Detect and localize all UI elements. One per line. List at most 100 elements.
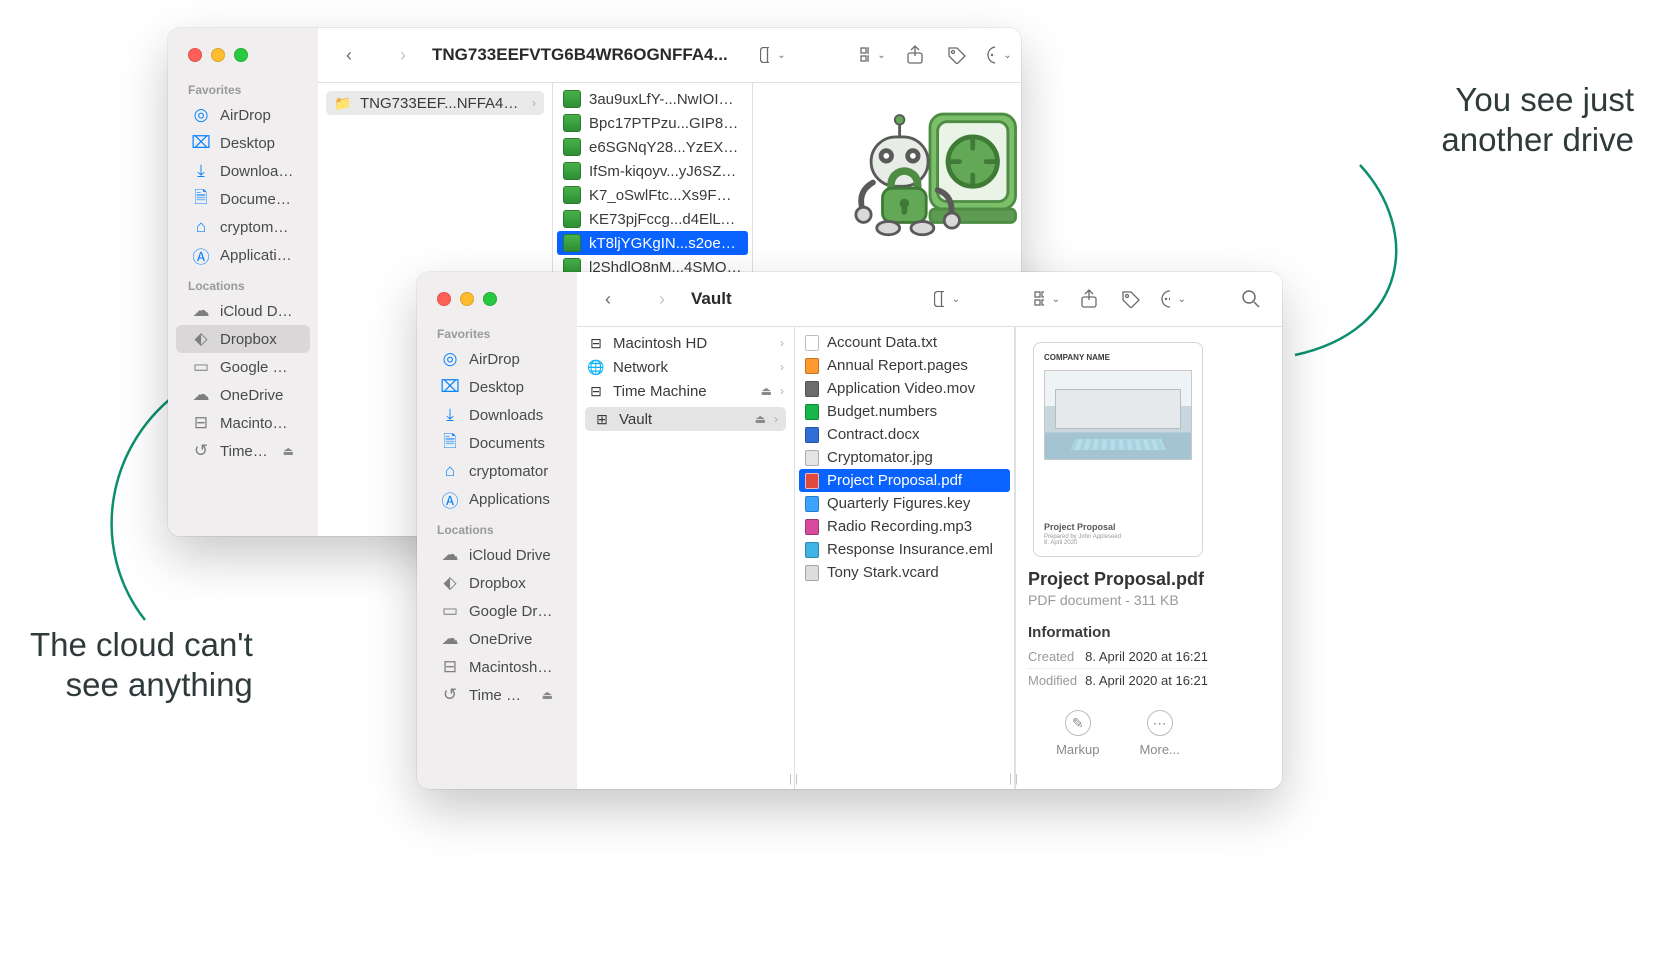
- tags-button[interactable]: [1118, 288, 1144, 310]
- nav-forward-button[interactable]: ›: [649, 288, 675, 310]
- sidebar-item-applications[interactable]: ⒶApplications: [176, 241, 310, 269]
- sidebar-item-desktop[interactable]: ⌧Desktop: [176, 129, 310, 157]
- sidebar-item-airdrop[interactable]: ◎AirDrop: [176, 101, 310, 129]
- minimize-dot[interactable]: [460, 292, 474, 306]
- file-row[interactable]: 3au9uxLfY-...NwIOIw=.c9r: [553, 87, 752, 111]
- sidebar-item-icloud-drive[interactable]: ☁iCloud Drive: [425, 541, 569, 569]
- location-label: Network: [613, 359, 772, 376]
- file-name: Tony Stark.vcard: [827, 564, 1004, 581]
- file-row[interactable]: IfSm-kiqoyv...yJ6SZ0=.c9r: [553, 159, 752, 183]
- location-row-time-machine[interactable]: ⊟Time Machine⏏›: [577, 379, 794, 403]
- sidebar-item-documents[interactable]: 🗎Documents: [425, 429, 569, 457]
- file-preview-panel: COMPANY NAME Project Proposal Prepared b…: [1015, 327, 1220, 789]
- zoom-dot[interactable]: [234, 48, 248, 62]
- chevron-right-icon: ›: [780, 336, 784, 350]
- nav-back-button[interactable]: ‹: [336, 44, 362, 66]
- sidebar-item-label: Google Drive: [220, 359, 294, 376]
- sidebar-item-time-machine[interactable]: ↺ Time Machine ⏏: [176, 437, 310, 465]
- sidebar-item-label: Dropbox: [220, 331, 294, 348]
- clock-icon: ↺: [192, 442, 210, 460]
- dropbox-icon: ⬖: [441, 574, 459, 592]
- cloud-icon: ☁: [192, 302, 210, 320]
- file-row[interactable]: Response Insurance.eml: [795, 538, 1014, 561]
- file-row[interactable]: Bpc17PTPzu...GIP85o=.c9r: [553, 111, 752, 135]
- search-button[interactable]: [1238, 288, 1264, 310]
- more-button[interactable]: ⋯More...: [1139, 710, 1179, 757]
- file-icon: [805, 565, 819, 581]
- close-dot[interactable]: [188, 48, 202, 62]
- sidebar-item-downloads[interactable]: ⤓Downloads: [425, 401, 569, 429]
- sidebar-item-label: Downloads: [220, 163, 294, 180]
- eject-icon[interactable]: ⏏: [761, 384, 772, 398]
- file-row[interactable]: Radio Recording.mp3: [795, 515, 1014, 538]
- eject-icon[interactable]: ⏏: [755, 412, 766, 426]
- sidebar: Favorites ◎AirDrop⌧Desktop⤓Downloads🗎Doc…: [168, 28, 318, 536]
- group-by-button[interactable]: ⌄: [860, 44, 886, 66]
- sidebar-item-dropbox[interactable]: ⬖Dropbox: [425, 569, 569, 597]
- group-by-button[interactable]: ⌄: [1034, 288, 1060, 310]
- column-resize-handle[interactable]: ||: [1005, 773, 1025, 785]
- eject-icon[interactable]: ⏏: [283, 444, 294, 458]
- file-row[interactable]: Cryptomator.jpg: [795, 446, 1014, 469]
- file-row[interactable]: Application Video.mov: [795, 377, 1014, 400]
- zoom-dot[interactable]: [483, 292, 497, 306]
- disk-icon: ⊟: [192, 414, 210, 432]
- location-row-network[interactable]: 🌐Network›: [577, 355, 794, 379]
- view-columns-button[interactable]: ⌄: [760, 44, 786, 66]
- network-icon: 🌐: [587, 358, 605, 376]
- sidebar-item-macintosh-hd[interactable]: ⊟Macintosh HD: [176, 409, 310, 437]
- sidebar-item-label: Applications: [469, 491, 553, 508]
- sidebar-item-macintosh-hd[interactable]: ⊟Macintosh HD: [425, 653, 569, 681]
- column-resize-handle[interactable]: ||: [785, 773, 805, 785]
- sidebar-item-google-drive[interactable]: ▭Google Drive: [425, 597, 569, 625]
- nav-back-button[interactable]: ‹: [595, 288, 621, 310]
- file-name: Account Data.txt: [827, 334, 1004, 351]
- sidebar-item-airdrop[interactable]: ◎AirDrop: [425, 345, 569, 373]
- view-columns-button[interactable]: ⌄: [934, 288, 960, 310]
- markup-button[interactable]: ✎Markup: [1056, 710, 1099, 757]
- file-row[interactable]: KE73pjFccg...d4ElLyY=.c9r: [553, 207, 752, 231]
- locations-label: Locations: [417, 523, 577, 541]
- sidebar-item-downloads[interactable]: ⤓Downloads: [176, 157, 310, 185]
- file-row[interactable]: Quarterly Figures.key: [795, 492, 1014, 515]
- sidebar-item-icloud-drive[interactable]: ☁iCloud Drive: [176, 297, 310, 325]
- sidebar-item-cryptomator[interactable]: ⌂cryptomator: [176, 213, 310, 241]
- info-created: Created 8. April 2020 at 16:21: [1028, 645, 1208, 668]
- share-button[interactable]: [902, 44, 928, 66]
- path-pill[interactable]: 📁 TNG733EEF...NFFA46DLO2 ›: [326, 91, 544, 115]
- sidebar-item-dropbox[interactable]: ⬖Dropbox: [176, 325, 310, 353]
- close-dot[interactable]: [437, 292, 451, 306]
- eject-icon[interactable]: ⏏: [542, 688, 553, 702]
- sidebar-item-onedrive[interactable]: ☁OneDrive: [425, 625, 569, 653]
- sidebar-item-applications[interactable]: ⒶApplications: [425, 485, 569, 513]
- traffic-lights[interactable]: [437, 292, 497, 306]
- file-row[interactable]: Budget.numbers: [795, 400, 1014, 423]
- traffic-lights[interactable]: [188, 48, 248, 62]
- file-row[interactable]: K7_oSwlFtc...Xs9Fw==.c9r: [553, 183, 752, 207]
- sidebar-item-desktop[interactable]: ⌧Desktop: [425, 373, 569, 401]
- file-row[interactable]: kT8ljYGKgIN...s2oew==.c9r: [557, 231, 748, 255]
- sidebar-item-google-drive[interactable]: ▭Google Drive: [176, 353, 310, 381]
- nav-forward-button[interactable]: ›: [390, 44, 416, 66]
- file-row[interactable]: Contract.docx: [795, 423, 1014, 446]
- tags-button[interactable]: [944, 44, 970, 66]
- file-row[interactable]: Tony Stark.vcard: [795, 561, 1014, 584]
- file-row[interactable]: e6SGNqY28...YzEX2U=.c9r: [553, 135, 752, 159]
- sidebar-item-label: Time Machine: [469, 687, 528, 704]
- file-row[interactable]: Annual Report.pages: [795, 354, 1014, 377]
- minimize-dot[interactable]: [211, 48, 225, 62]
- share-button[interactable]: [1076, 288, 1102, 310]
- file-row[interactable]: Project Proposal.pdf: [799, 469, 1010, 492]
- location-row-macintosh-hd[interactable]: ⊟Macintosh HD›: [577, 331, 794, 355]
- file-icon: [805, 381, 819, 397]
- sidebar-item-label: Time Machine: [220, 443, 269, 460]
- sidebar-item-documents[interactable]: 🗎Documents: [176, 185, 310, 213]
- sidebar-item-onedrive[interactable]: ☁OneDrive: [176, 381, 310, 409]
- action-menu-button[interactable]: ⌄: [986, 44, 1012, 66]
- sidebar-item-time-machine[interactable]: ↺Time Machine⏏: [425, 681, 569, 709]
- action-menu-button[interactable]: ⌄: [1160, 288, 1186, 310]
- sidebar-item-cryptomator[interactable]: ⌂cryptomator: [425, 457, 569, 485]
- file-row[interactable]: Account Data.txt: [795, 331, 1014, 354]
- file-icon: [805, 519, 819, 535]
- location-row-vault[interactable]: ⊞Vault⏏›: [585, 407, 786, 431]
